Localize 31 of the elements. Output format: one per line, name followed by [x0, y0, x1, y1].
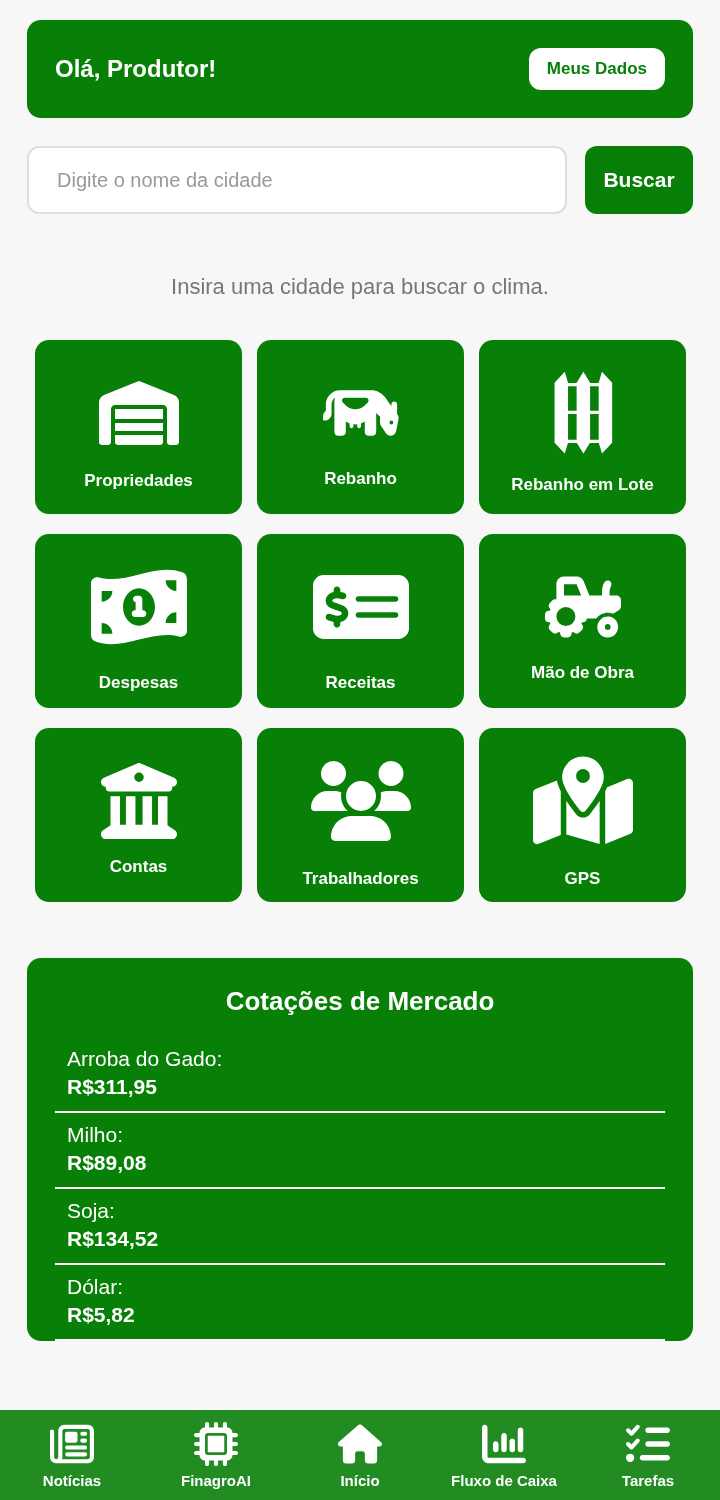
menu-tile[interactable]: Despesas [35, 534, 242, 708]
quote-price: R$89,08 [67, 1151, 148, 1175]
quote-name: Milho: [67, 1123, 125, 1147]
nav-item[interactable]: Fluxo de Caixa [434, 1421, 574, 1489]
menu-tile[interactable]: Rebanho [257, 340, 464, 514]
quote-price: R$134,52 [67, 1227, 160, 1251]
nav-item[interactable]: Tarefas [578, 1421, 718, 1489]
menu-tile[interactable]: Propriedades [35, 340, 242, 514]
greeting: Olá, Produtor! [55, 55, 217, 83]
weather-message: Insira uma cidade para buscar o clima. [170, 274, 550, 300]
home-icon [338, 1421, 382, 1466]
chip-icon [194, 1421, 238, 1466]
nav-item[interactable]: FinagroAI [146, 1421, 286, 1489]
quote-price: R$311,95 [67, 1075, 158, 1099]
quote-name: Arroba do Gado: [67, 1047, 224, 1071]
city-search-field[interactable]: Digite o nome da cidade [27, 146, 567, 214]
quote-name: Dólar: [67, 1275, 125, 1299]
quote-name: Soja: [67, 1199, 116, 1223]
menu-tile[interactable]: Contas [35, 728, 242, 902]
menu-tile[interactable]: Rebanho em Lote [479, 340, 686, 514]
menu-tile[interactable]: Receitas [257, 534, 464, 708]
menu-tile[interactable]: Mão de Obra [479, 534, 686, 708]
nav-item[interactable]: Notícias [2, 1421, 142, 1489]
quote-price: R$5,82 [67, 1303, 136, 1327]
market-title: Cotações de Mercado [224, 986, 496, 1017]
my-data-button[interactable]: Meus Dados [528, 48, 665, 90]
bank-icon [100, 763, 177, 839]
menu-tile[interactable]: Trabalhadores [257, 728, 464, 902]
nav-item[interactable]: Início [290, 1421, 430, 1489]
search-button[interactable]: Buscar [585, 146, 693, 214]
menu-tile[interactable]: GPS [479, 728, 686, 902]
